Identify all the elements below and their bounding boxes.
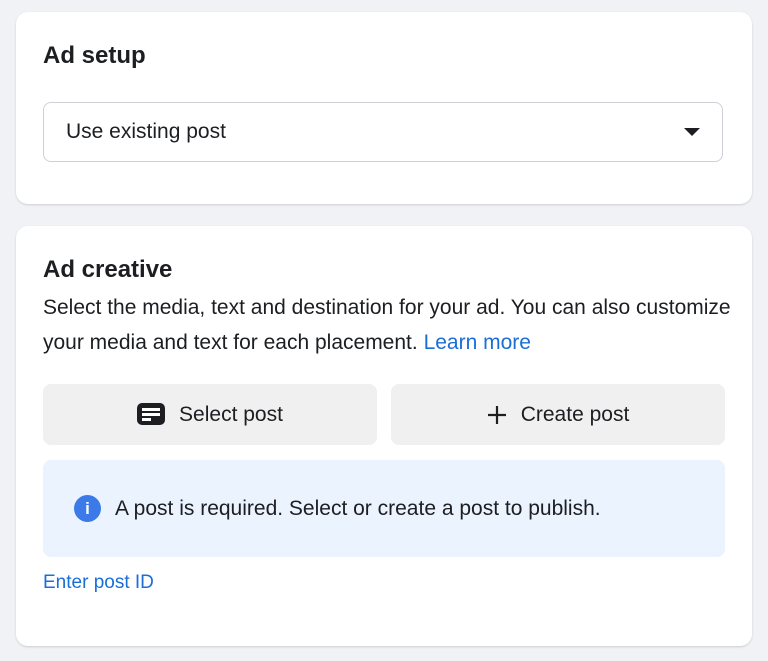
create-post-button[interactable]: Create post <box>391 384 725 445</box>
info-message: A post is required. Select or create a p… <box>115 496 601 520</box>
select-post-button[interactable]: Select post <box>43 384 377 445</box>
ad-creative-card: Ad creative Select the media, text and d… <box>16 226 752 646</box>
learn-more-link[interactable]: Learn more <box>424 331 531 354</box>
enter-post-id-link[interactable]: Enter post ID <box>43 572 154 594</box>
post-icon <box>137 402 166 425</box>
caret-down-icon <box>684 128 700 136</box>
ad-setup-card: Ad setup Use existing post <box>16 12 752 204</box>
select-post-label: Select post <box>179 402 283 426</box>
ad-setup-dropdown[interactable]: Use existing post <box>43 102 723 162</box>
ad-creative-title: Ad creative <box>43 256 173 283</box>
info-banner: i A post is required. Select or create a… <box>43 460 725 557</box>
plus-icon <box>487 405 506 424</box>
description-text: Select the media, text and destination f… <box>43 296 731 354</box>
create-post-label: Create post <box>520 402 630 426</box>
info-icon: i <box>74 495 101 522</box>
ad-setup-title: Ad setup <box>43 42 146 69</box>
ad-creative-description: Select the media, text and destination f… <box>43 290 733 360</box>
dropdown-value: Use existing post <box>66 120 226 143</box>
